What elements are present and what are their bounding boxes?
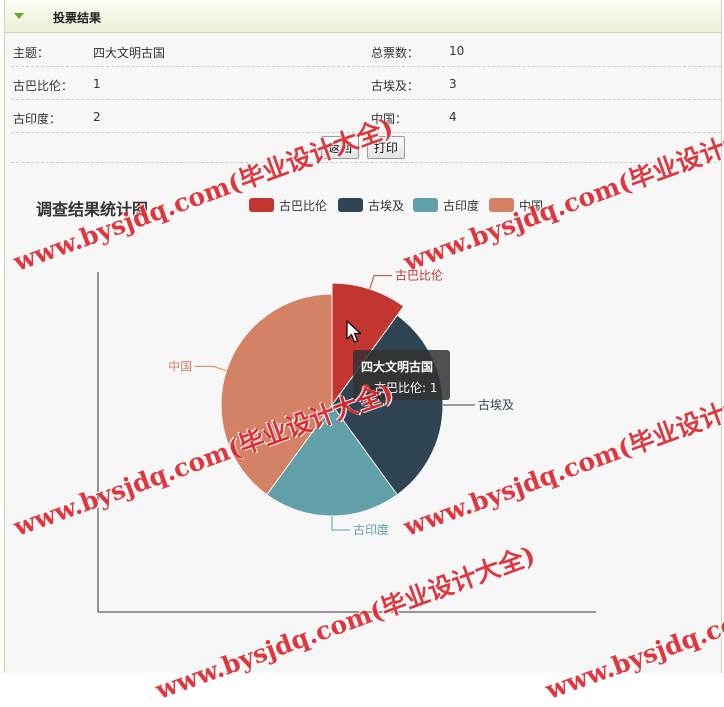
pie-label-3: 古印度 <box>353 522 389 537</box>
legend-item-3[interactable]: 古印度 <box>413 198 479 213</box>
pie-label-4: 中国 <box>168 358 192 373</box>
legend-label: 古埃及 <box>368 198 404 213</box>
legend-swatch <box>338 198 363 212</box>
pie-label-line-4 <box>195 365 227 372</box>
legend-swatch <box>413 198 438 212</box>
pie-chart: 调查结果统计图 古巴比伦 古埃及 古印度 中国 古巴比伦古埃及古印度中国 <box>36 198 596 613</box>
legend-label: 古印度 <box>443 198 479 213</box>
legend-swatch <box>489 198 514 212</box>
pie-label-2: 古埃及 <box>478 397 514 412</box>
tooltip-item: 古巴比伦: 1 <box>361 379 438 396</box>
tooltip-color-dot <box>361 384 370 393</box>
tooltip-title: 四大文明古国 <box>361 360 434 374</box>
legend-swatch <box>249 198 274 212</box>
legend-item-4[interactable]: 中国 <box>489 198 543 213</box>
legend-item-2[interactable]: 古埃及 <box>338 198 404 213</box>
chart-tooltip: 四大文明古国 古巴比伦: 1 <box>353 350 450 400</box>
mouse-cursor-icon <box>346 320 362 343</box>
legend-label: 古巴比伦 <box>279 198 327 213</box>
chart-legend: 古巴比伦 古埃及 古印度 中国 <box>249 198 543 213</box>
legend-item-1[interactable]: 古巴比伦 <box>249 198 327 213</box>
pie-label-line-1 <box>369 275 393 290</box>
tooltip-value: 1 <box>429 381 438 395</box>
tooltip-series: 古巴比伦 <box>374 381 423 395</box>
pie-label-1: 古巴比伦 <box>395 268 443 283</box>
pie-label-line-3 <box>331 516 350 531</box>
chart-title: 调查结果统计图 <box>36 200 148 219</box>
legend-label: 中国 <box>519 198 543 213</box>
